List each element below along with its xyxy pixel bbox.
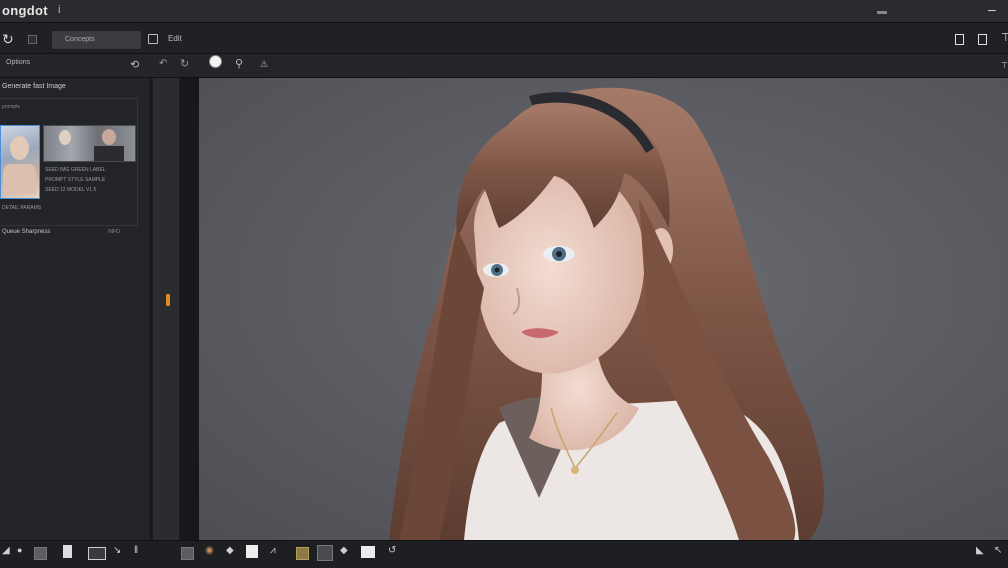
rotate-icon[interactable]: ↺ [388,545,396,556]
page-icon[interactable] [63,545,72,558]
title-bar [0,0,1008,23]
panel-divider[interactable] [180,78,199,540]
sub-toolbar [0,54,1008,78]
bottom-toolbar [0,540,1008,568]
back-arrow-icon[interactable]: ↻ [2,31,14,48]
minimize-button[interactable]: – [988,1,996,17]
save-icon[interactable] [148,34,158,44]
window-menu-icon[interactable]: ▬ [877,6,887,17]
arrow-icon[interactable]: ↘ [113,545,121,556]
thumbnail-figure [3,164,36,194]
scroll-strip[interactable] [153,78,179,540]
image-thumbnail[interactable] [43,125,136,162]
thumbnail-meta: SEED IMG GREEN LABEL [45,167,106,173]
thumbnail-meta: PROMPT STYLE SAMPLE [45,177,106,183]
thumbnail-meta: DETAIL PARAMS [2,205,42,211]
image-icon[interactable] [361,546,375,558]
thumbnail-face [59,130,71,145]
eraser-icon[interactable]: ◆ [226,545,234,556]
layer-icon[interactable] [34,547,47,560]
panel-tab[interactable]: Options [6,59,30,66]
grid-icon[interactable] [28,35,37,44]
image-thumbnail[interactable] [0,125,40,199]
transform-icon[interactable]: ⩘ [270,545,276,556]
close-icon[interactable]: ⊤ [1001,31,1008,44]
app-title: ongdot [2,3,48,18]
cursor-icon[interactable]: ↖ [994,545,1002,556]
palette-icon[interactable]: ◉ [205,545,214,556]
window-icon[interactable] [955,34,964,45]
project-field[interactable]: Concepts [52,31,141,49]
split-icon[interactable]: ‖ [134,545,138,556]
redo-icon[interactable]: ↻ [180,57,189,70]
window-icon[interactable] [978,34,987,45]
panel-footer-label: Queue Sharpness [2,229,51,235]
pen-icon[interactable]: ◢ [2,545,10,556]
brush-color-icon[interactable] [209,55,222,68]
fill-icon[interactable]: ◆ [340,545,348,556]
portrait-image [389,87,824,540]
canvas-icon[interactable] [246,545,258,558]
panel-subtitle: prompts [2,104,21,110]
image-canvas[interactable] [199,78,1008,540]
swatch-icon[interactable] [317,545,333,561]
thumbnail-face [102,129,116,145]
search-icon[interactable]: ⟲ [130,58,139,71]
scroll-handle[interactable] [166,294,170,306]
panel-heading: Generate fast Image [2,83,66,90]
thumbnail-face [10,136,29,160]
panel-footer-info[interactable]: INFO [108,229,120,235]
thumbnail-figure [94,146,124,161]
edit-menu[interactable]: Edit [168,34,182,43]
layer-icon[interactable] [181,547,194,560]
frame-icon[interactable] [88,547,106,560]
undo-icon[interactable]: ↶ [159,58,167,69]
shapes-icon[interactable]: ⚠ [260,59,268,70]
texture-icon[interactable] [296,547,309,560]
eyedropper-icon[interactable]: ⚲ [235,57,243,70]
thumbnail-meta: SEED 12 MODEL V1.5 [45,187,97,193]
title-separator: i [58,4,61,16]
pen-tool-icon[interactable]: ◣ [976,545,984,556]
collapse-icon[interactable]: ⊤ [1001,61,1008,70]
dot-icon[interactable]: ● [17,545,22,555]
